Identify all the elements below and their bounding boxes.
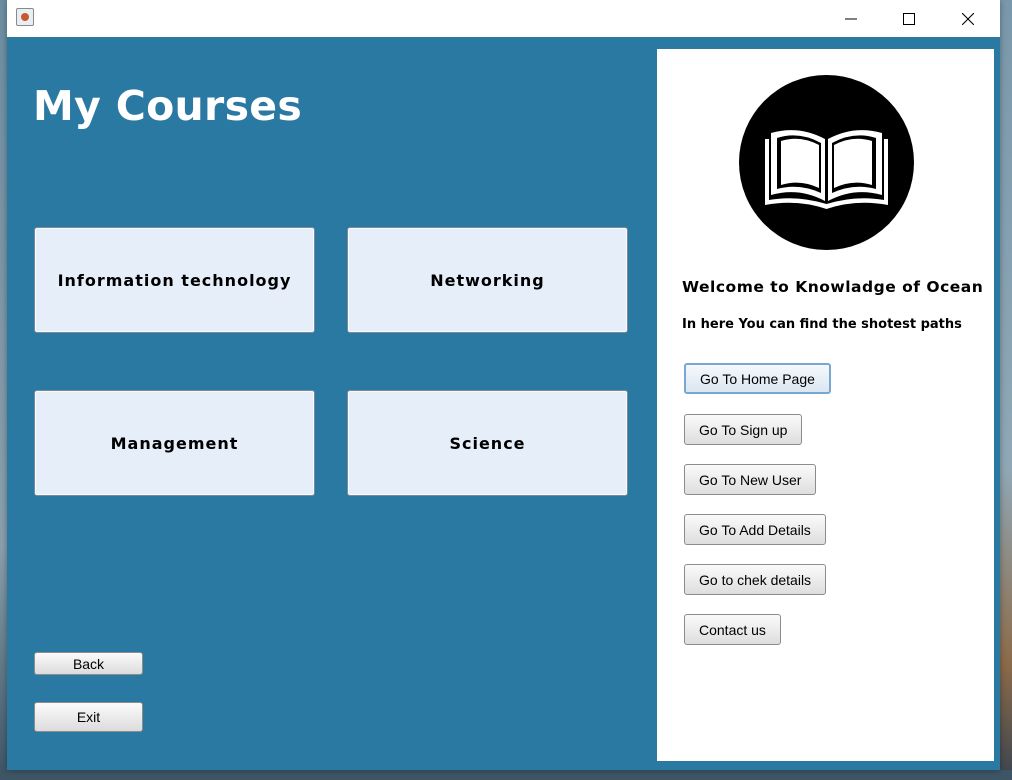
course-button-information-technology[interactable]: Information technology (34, 227, 315, 333)
java-app-icon (16, 8, 34, 26)
course-button-networking[interactable]: Networking (347, 227, 628, 333)
welcome-heading: Welcome to Knowladge of Ocean (682, 278, 984, 296)
course-button-management[interactable]: Management (34, 390, 315, 496)
contact-us-button[interactable]: Contact us (684, 614, 781, 645)
go-to-check-details-button[interactable]: Go to chek details (684, 564, 827, 595)
desktop-background (0, 0, 7, 780)
maximize-button[interactable] (886, 0, 932, 37)
desktop-background-right (1000, 0, 1012, 780)
open-book-icon (739, 75, 914, 250)
go-to-add-details-button[interactable]: Go To Add Details (684, 514, 826, 545)
close-button[interactable] (945, 0, 991, 37)
course-button-science[interactable]: Science (347, 390, 628, 496)
welcome-subtitle: In here You can find the shotest paths (682, 317, 962, 332)
app-window: My Courses Information technology Networ… (7, 0, 1000, 770)
minimize-button[interactable] (828, 0, 874, 37)
close-icon (962, 12, 974, 25)
maximize-icon (903, 12, 915, 25)
minimize-icon (845, 18, 857, 19)
desktop-background-bottom (0, 770, 1012, 780)
side-panel: Welcome to Knowladge of Ocean In here Yo… (657, 49, 994, 761)
go-to-home-page-button[interactable]: Go To Home Page (684, 363, 831, 394)
page-title: My Courses (33, 82, 303, 130)
exit-button[interactable]: Exit (34, 702, 143, 732)
go-to-new-user-button[interactable]: Go To New User (684, 464, 817, 495)
title-bar (7, 0, 1000, 37)
go-to-sign-up-button[interactable]: Go To Sign up (684, 414, 803, 445)
back-button[interactable]: Back (34, 652, 143, 675)
